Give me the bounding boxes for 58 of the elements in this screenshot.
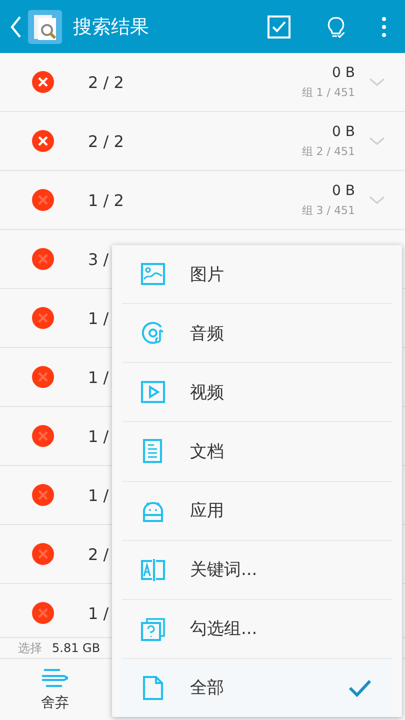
file-count: 1 /	[88, 486, 109, 504]
remove-icon[interactable]	[32, 189, 54, 211]
remove-icon[interactable]	[32, 71, 54, 93]
file-count: 1 / 2	[88, 190, 124, 210]
file-count: 1 /	[88, 368, 109, 386]
menu-item-label: 全部	[190, 677, 224, 700]
menu-item[interactable]: 文档	[122, 422, 392, 482]
group-index: 组 1 / 451	[302, 84, 355, 100]
back-icon[interactable]	[10, 14, 22, 38]
document-search-icon	[28, 10, 62, 44]
file-count: 1 /	[88, 426, 109, 446]
play-icon	[141, 380, 165, 404]
file-count: 1 /	[88, 604, 109, 622]
menu-item-label: 应用	[190, 500, 224, 522]
remove-icon[interactable]	[32, 307, 54, 329]
menu-item[interactable]: 音频	[122, 304, 392, 364]
group-size: 0 B	[332, 182, 355, 198]
checkbox-icon[interactable]	[267, 14, 291, 38]
menu-item[interactable]: 应用	[122, 482, 392, 541]
menu-item[interactable]: 关键词...	[122, 540, 392, 600]
list-arrow-icon	[42, 668, 68, 688]
group-size: 0 B	[332, 124, 355, 140]
menu-item[interactable]: 图片	[122, 245, 392, 304]
screen-title: 搜索结果	[73, 14, 149, 40]
question-box-icon	[141, 616, 165, 641]
remove-icon[interactable]	[32, 366, 54, 388]
file-count: 1 /	[88, 308, 109, 328]
image-icon	[141, 262, 165, 286]
music-disc-icon	[141, 321, 165, 346]
remove-icon[interactable]	[32, 248, 54, 270]
remove-icon[interactable]	[32, 130, 54, 152]
text-box-icon	[141, 558, 165, 582]
menu-item-label: 文档	[190, 440, 224, 463]
document-icon	[141, 439, 165, 464]
selection-label: 选择	[18, 640, 42, 656]
remove-icon[interactable]	[32, 425, 54, 447]
more-icon[interactable]	[381, 14, 387, 38]
file-icon	[141, 676, 165, 700]
group-size: 0 B	[332, 64, 355, 80]
remove-icon[interactable]	[32, 484, 54, 506]
menu-item-label: 音频	[190, 322, 224, 345]
file-count: 2 / 2	[88, 72, 124, 92]
file-count: 2 / 2	[88, 132, 124, 150]
menu-item-label: 勾选组...	[190, 618, 258, 640]
checkmark-icon	[348, 678, 372, 698]
menu-item-label: 视频	[190, 382, 224, 404]
file-count: 2 /	[88, 544, 109, 564]
remove-icon[interactable]	[32, 602, 54, 624]
discard-button[interactable]: 舍弃	[0, 659, 110, 720]
menu-item-label: 关键词...	[190, 559, 258, 582]
menu-item-label: 图片	[190, 264, 224, 286]
menu-item[interactable]: 全部	[122, 658, 392, 717]
group-index: 组 2 / 451	[302, 144, 355, 158]
selection-size: 5.81 GB	[52, 641, 100, 655]
file-count: 3 /	[88, 250, 109, 268]
menu-item[interactable]: 视频	[122, 363, 392, 422]
remove-icon[interactable]	[32, 543, 54, 565]
group-index: 组 3 / 451	[302, 202, 355, 218]
